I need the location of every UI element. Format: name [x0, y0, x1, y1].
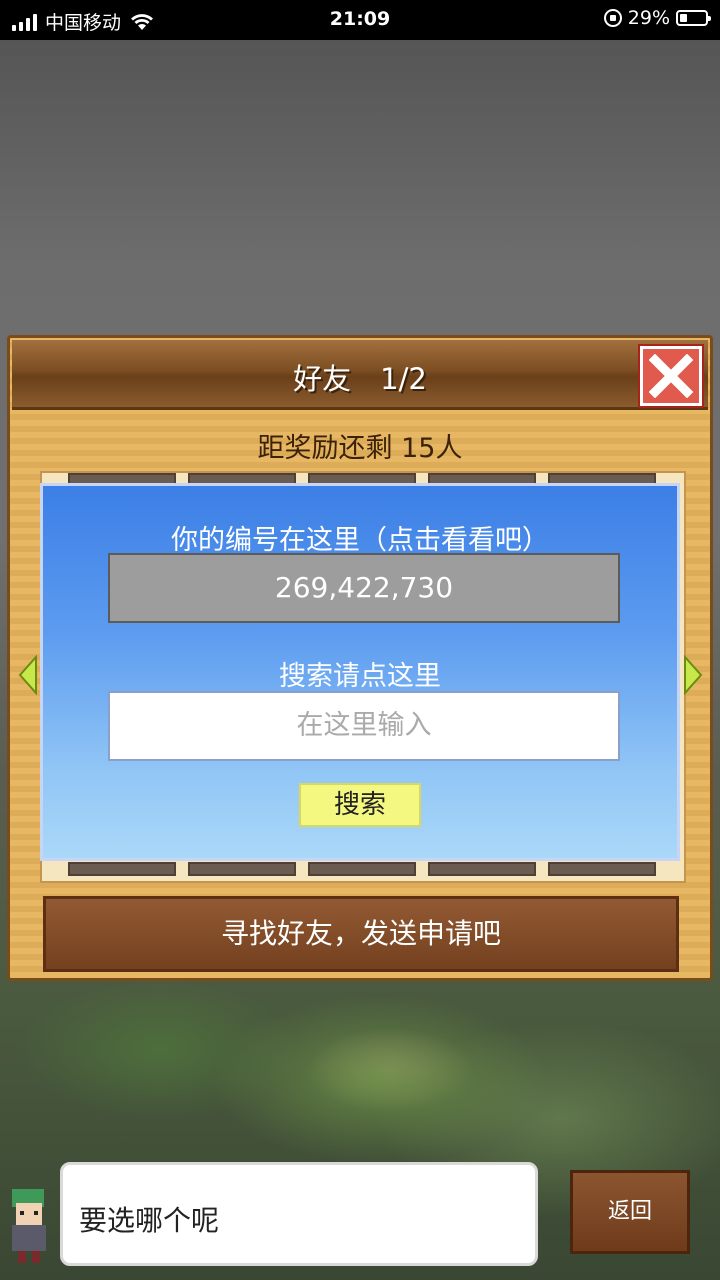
dialog-title: 好友 1/2: [293, 362, 427, 396]
find-friends-button[interactable]: 寻找好友，发送申请吧: [43, 896, 679, 972]
close-x-icon: [649, 354, 693, 398]
search-input[interactable]: 在这里输入: [108, 691, 620, 761]
reward-progress-text: 距奖励还剩 15人: [257, 433, 463, 464]
speech-text: 要选哪个呢: [79, 1204, 220, 1237]
bottom-tab-strip: [68, 862, 656, 876]
speech-bubble: 要选哪个呢: [60, 1162, 538, 1266]
status-bar: 中国移动 21:09 29%: [0, 0, 720, 40]
dialog-header: 好友 1/2: [12, 340, 708, 410]
back-button[interactable]: 返回: [570, 1170, 690, 1254]
orientation-lock-icon: [603, 9, 622, 27]
search-button[interactable]: 搜索: [299, 783, 421, 827]
search-label: 搜索请点这里: [279, 661, 441, 692]
friends-dialog: 好友 1/2 距奖励还剩 15人 你的编号在这里（点击看看吧） 搜索请点这里 寻…: [7, 335, 713, 981]
arrow-left-icon[interactable]: [18, 655, 38, 695]
player-id-box[interactable]: 269,422,730: [108, 553, 620, 623]
arrow-right-icon[interactable]: [683, 655, 703, 695]
battery-percent: 29%: [627, 7, 670, 29]
character-avatar: [12, 1189, 46, 1263]
close-button[interactable]: [640, 346, 702, 406]
battery-icon: [676, 10, 711, 26]
player-id-label: 你的编号在这里（点击看看吧）: [171, 525, 549, 556]
